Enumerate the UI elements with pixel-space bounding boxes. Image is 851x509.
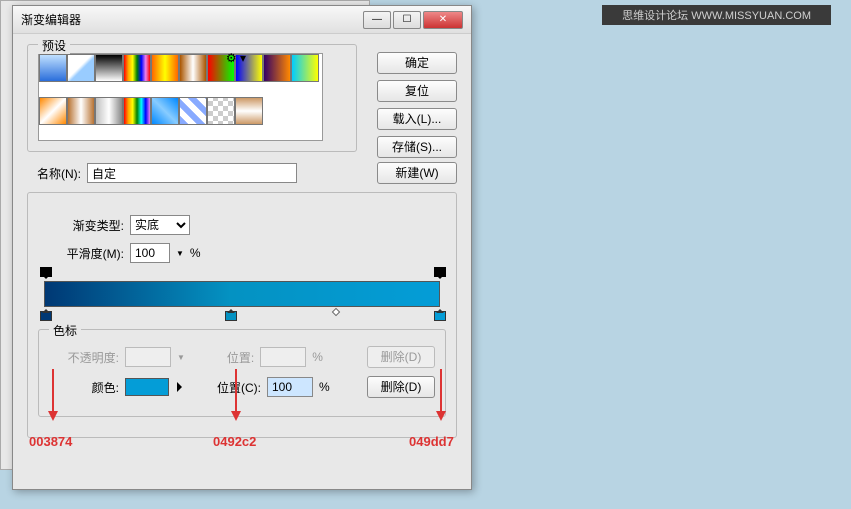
preset-swatch[interactable] <box>291 54 319 82</box>
preset-swatch[interactable] <box>39 97 67 125</box>
preset-swatch[interactable] <box>235 97 263 125</box>
opacity-stop[interactable] <box>434 267 444 279</box>
gradient-editor-dialog: 渐变编辑器 — ☐ ✕ 确定 复位 载入(L)... 存储(S)... 预设 ⚙… <box>12 5 472 490</box>
presets-label: 预设 <box>38 37 70 54</box>
position-label: 位置: <box>227 349 254 366</box>
watermark: 思维设计论坛 WWW.MISSYUAN.COM <box>602 5 831 25</box>
cancel-button[interactable]: 复位 <box>377 80 457 102</box>
maximize-button[interactable]: ☐ <box>393 11 421 29</box>
midpoint-handle[interactable] <box>332 308 340 316</box>
position-c-input[interactable] <box>267 377 313 397</box>
dropdown-icon[interactable]: ▼ <box>176 249 184 258</box>
preset-swatch[interactable] <box>207 97 235 125</box>
color-label: 颜色: <box>49 379 119 396</box>
name-label: 名称(N): <box>27 165 81 182</box>
position-c-label: 位置(C): <box>217 379 261 396</box>
pct-label: % <box>312 350 323 364</box>
pct-label: % <box>190 246 201 260</box>
type-select[interactable]: 实底 <box>130 215 190 235</box>
load-button[interactable]: 载入(L)... <box>377 108 457 130</box>
type-label: 渐变类型: <box>38 217 124 234</box>
smooth-input[interactable] <box>130 243 170 263</box>
color-stop[interactable] <box>40 309 50 321</box>
name-input[interactable] <box>87 163 297 183</box>
preset-swatch[interactable] <box>151 54 179 82</box>
preset-swatch[interactable] <box>179 97 207 125</box>
annotation-c3: 049dd7 <box>409 434 454 449</box>
preset-swatch[interactable] <box>67 97 95 125</box>
color-dropdown-icon[interactable] <box>177 382 187 392</box>
delete-opacity-button: 删除(D) <box>367 346 435 368</box>
delete-color-button[interactable]: 删除(D) <box>367 376 435 398</box>
stop-opacity-input <box>125 347 171 367</box>
opacity-stop[interactable] <box>40 267 50 279</box>
preset-swatch[interactable] <box>123 54 151 82</box>
save-button[interactable]: 存储(S)... <box>377 136 457 158</box>
annotation-c1: 003874 <box>29 434 72 449</box>
preset-swatch[interactable] <box>263 54 291 82</box>
preset-swatch[interactable] <box>67 54 95 82</box>
new-button[interactable]: 新建(W) <box>377 162 457 184</box>
window-title: 渐变编辑器 <box>21 11 363 28</box>
minimize-button[interactable]: — <box>363 11 391 29</box>
preset-swatch[interactable] <box>95 97 123 125</box>
annotation-c2: 0492c2 <box>213 434 256 449</box>
preset-list <box>38 53 323 141</box>
ok-button[interactable]: 确定 <box>377 52 457 74</box>
opacity-label: 不透明度: <box>49 349 119 366</box>
preset-swatch[interactable] <box>151 97 179 125</box>
color-stop[interactable] <box>225 309 235 321</box>
gear-icon[interactable]: ⚙ ▾ <box>226 51 246 65</box>
gradient-bar[interactable] <box>44 281 440 307</box>
close-button[interactable]: ✕ <box>423 11 463 29</box>
dropdown-icon: ▼ <box>177 353 185 362</box>
pct-label: % <box>319 380 330 394</box>
preset-swatch[interactable] <box>123 97 151 125</box>
preset-swatch[interactable] <box>95 54 123 82</box>
preset-swatch[interactable] <box>39 54 67 82</box>
color-stop[interactable] <box>434 309 444 321</box>
color-swatch[interactable] <box>125 378 169 396</box>
smooth-label: 平滑度(M): <box>38 245 124 262</box>
stop-pos-input <box>260 347 306 367</box>
preset-swatch[interactable] <box>179 54 207 82</box>
stops-label: 色标 <box>49 322 81 339</box>
titlebar[interactable]: 渐变编辑器 — ☐ ✕ <box>13 6 471 34</box>
